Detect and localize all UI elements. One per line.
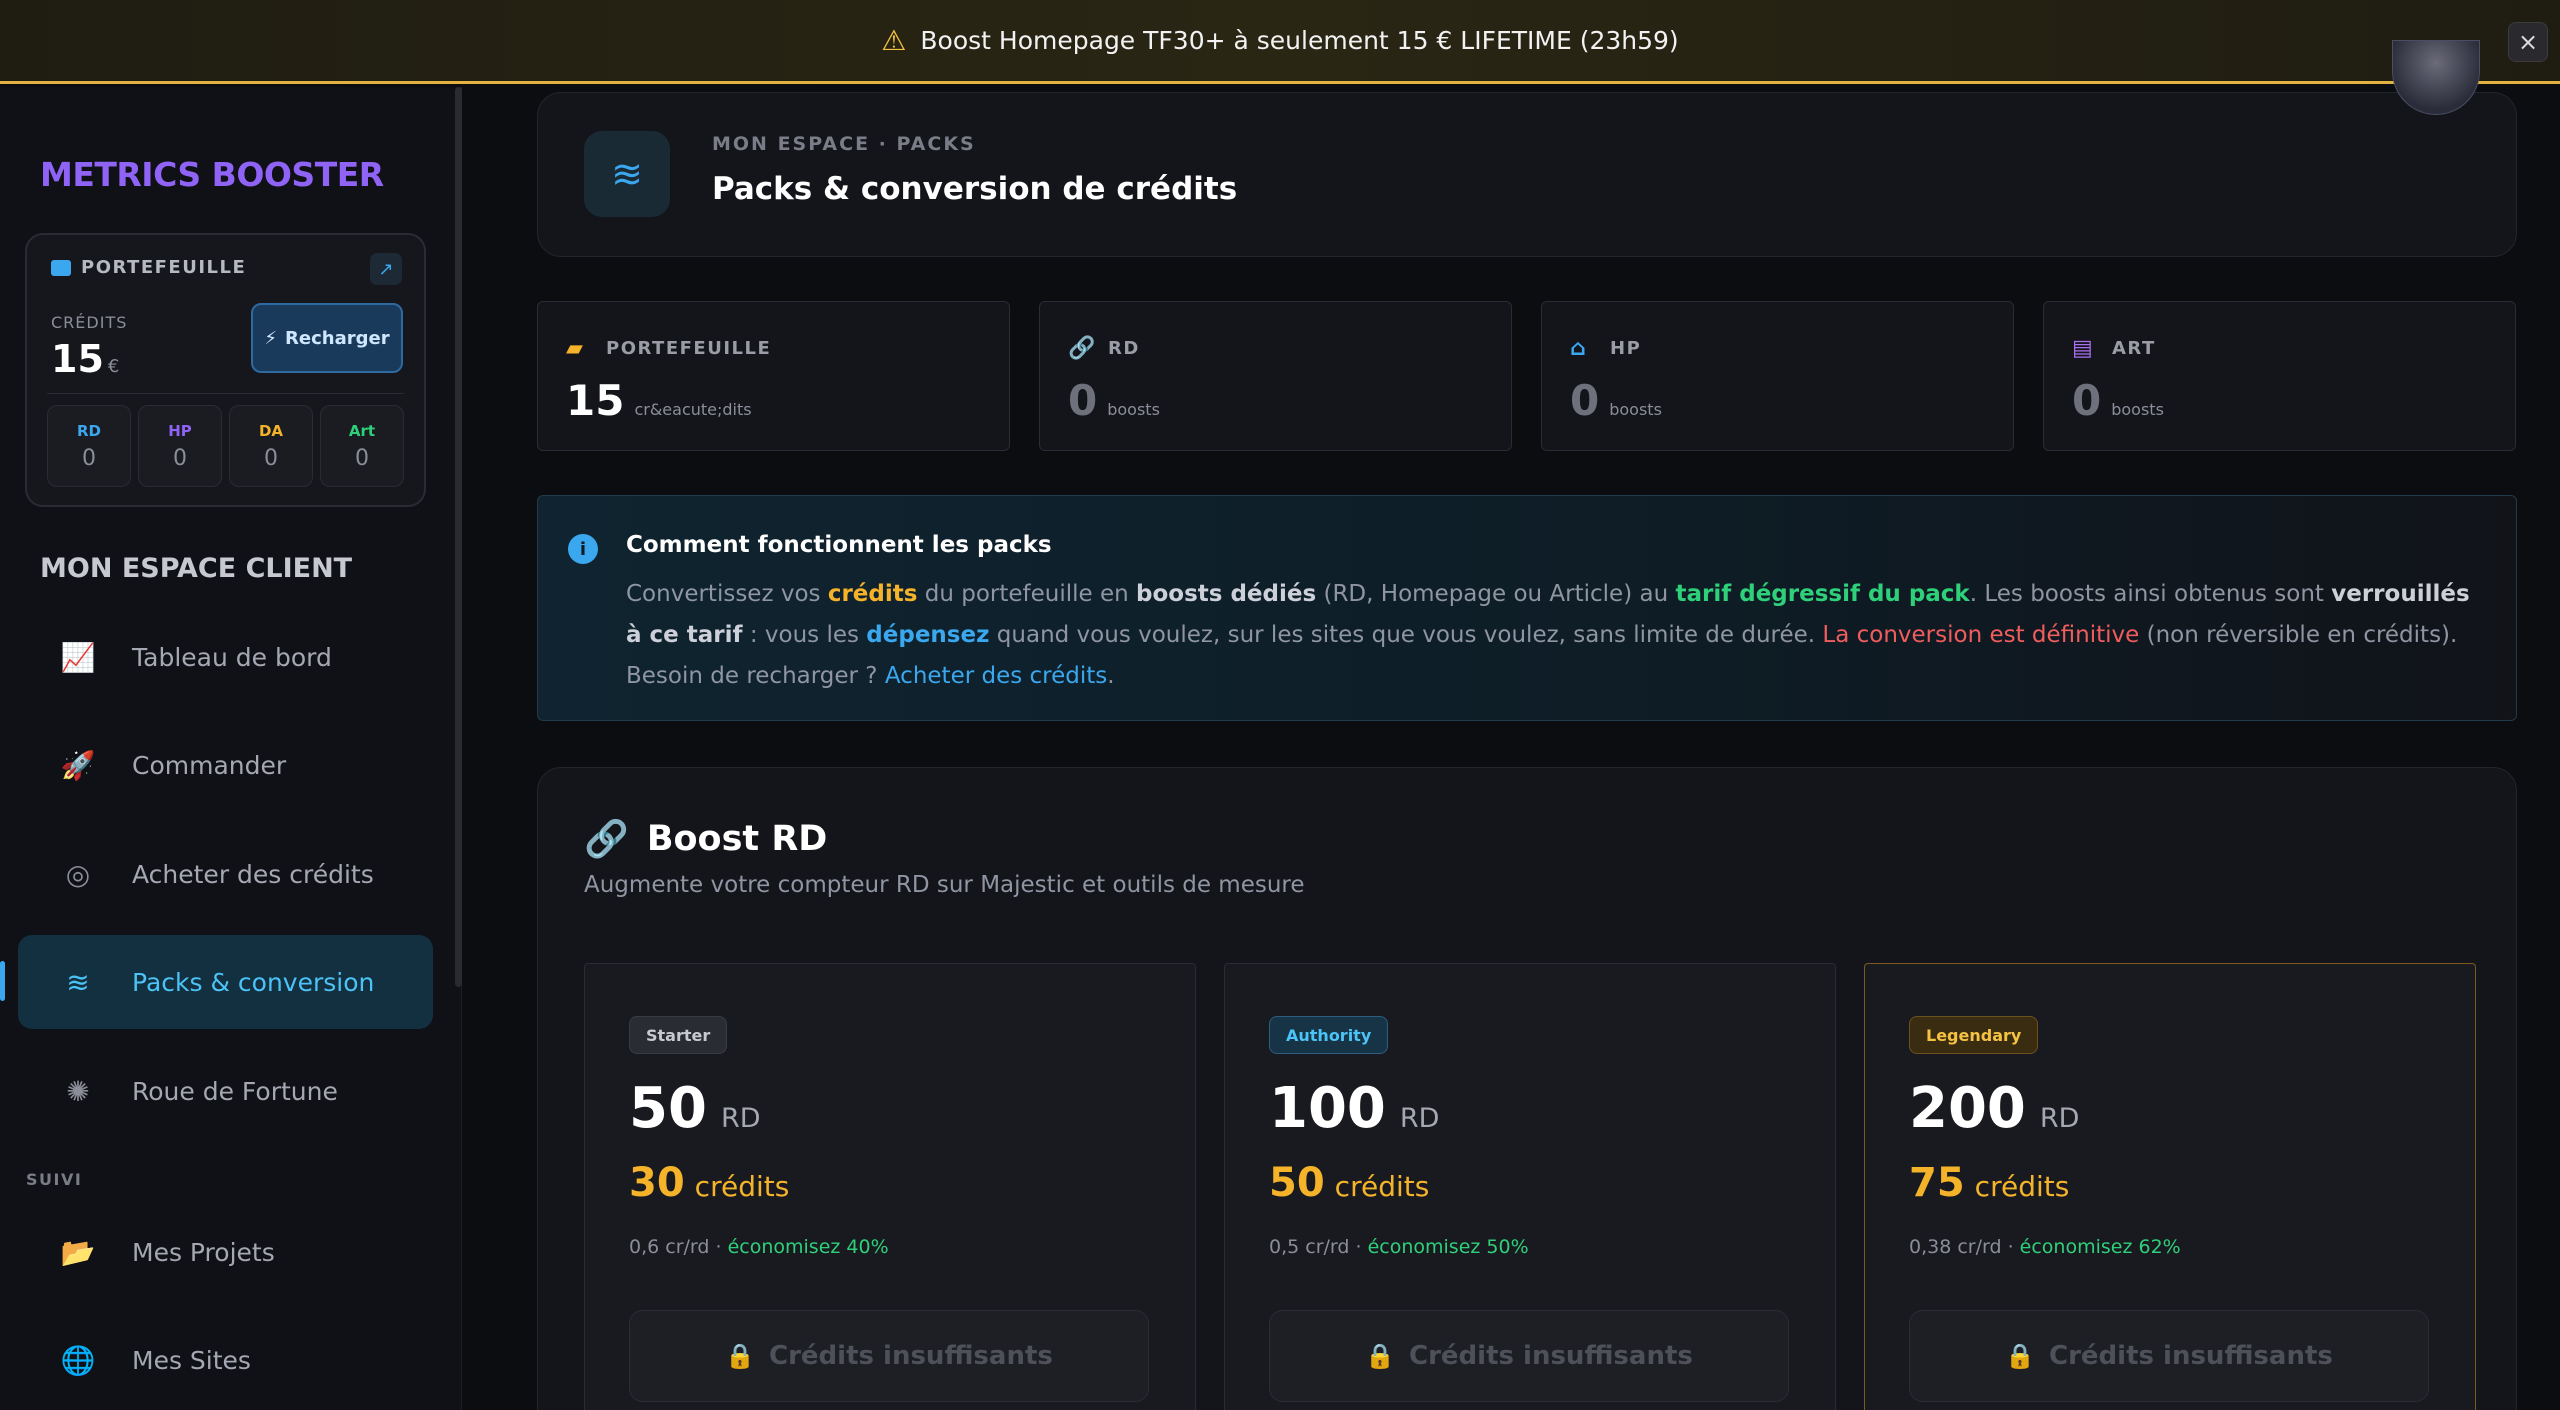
wallet-boost-counters: RD 0 HP 0 DA 0 Art 0 [47,405,404,487]
pack-quantity: 50 RD [629,1076,761,1141]
stat-value: 15 cr&eacute;dits [566,376,752,425]
wallet-card: PORTEFEUILLE ↗ CRÉDITS 15 € ⚡ Recharger RD… [25,233,426,507]
pack-rate: 0,6 cr/rd · économisez 40% [629,1236,889,1258]
bolt-icon: ⚡ [264,327,278,349]
credits-label: CRÉDITS [51,313,128,332]
counter-rd: RD 0 [47,405,131,487]
recharge-button[interactable]: ⚡ Recharger [251,303,403,373]
coins-icon: ◎ [65,857,91,891]
lock-icon: 🔒 [725,1342,756,1370]
promo-banner: ⚠ Boost Homepage TF30+ à seulement 15 € … [0,0,2560,84]
main-content: ≋ MON ESPACE · PACKS Packs & conversion … [462,87,2560,1410]
sidebar-item-commander[interactable]: 🚀 Commander [18,718,433,812]
stat-card-art: ▤ ART 0 boosts [2043,301,2516,451]
brand-logo[interactable]: METRICS BOOSTER [40,155,384,194]
section-subtitle: Augmente votre compteur RD sur Majestic … [584,872,1305,898]
sidebar-scrollbar[interactable] [455,87,462,987]
link-icon: 🔗 [1068,336,1097,361]
sidebar-item-mes-projets[interactable]: 📂 Mes Projets [18,1205,433,1299]
credits-value: 15 € [51,337,120,381]
link-icon: 🔗 [584,819,629,860]
layers-icon: ≋ [584,131,670,217]
pack-card-legendary: Legendary 200 RD 75 crédits 0,38 cr/rd · é… [1864,963,2476,1410]
sidebar-item-mes-sites[interactable]: 🌐 Mes Sites [18,1313,433,1407]
counter-art: Art 0 [320,405,404,487]
rocket-icon: 🚀 [60,748,96,782]
sidebar-item-acheter-credits[interactable]: ◎ Acheter des crédits [18,827,433,921]
section-title: 🔗 Boost RD [584,819,828,860]
wallet-icon: ▰ [566,336,585,361]
lock-icon: 🔒 [2005,1342,2036,1370]
info-text: Convertissez vos crédits du portefeuille… [626,581,2470,689]
counter-hp: HP 0 [138,405,222,487]
buy-credits-link[interactable]: Acheter des crédits [885,663,1107,689]
stat-card-portefeuille: ▰ PORTEFEUILLE 15 cr&eacute;dits [537,301,1010,451]
pack-rate: 0,5 cr/rd · économisez 50% [1269,1236,1529,1258]
stat-value: 0 boosts [1570,376,1662,425]
newspaper-icon: ▤ [2072,336,2095,361]
wallet-title: PORTEFEUILLE [81,257,247,278]
external-link-icon[interactable]: ↗ [370,253,402,285]
wallet-icon [51,259,71,276]
layers-icon: ≋ [66,965,90,999]
section-title: MON ESPACE CLIENT [40,553,353,584]
counter-da: DA 0 [229,405,313,487]
promo-banner-text: Boost Homepage TF30+ à seulement 15 € LI… [920,26,1679,55]
pack-price: 75 crédits [1909,1160,2070,1206]
pack-price: 30 crédits [629,1160,790,1206]
page-title: Packs & conversion de crédits [712,171,1238,207]
sidebar-item-tableau-de-bord[interactable]: 📈 Tableau de bord [18,610,433,704]
insufficient-credits-button[interactable]: 🔒 Crédits insuffisants [1269,1310,1789,1402]
warning-icon: ⚠ [881,24,907,57]
close-banner-button[interactable]: × [2508,22,2548,62]
stat-card-hp: ⌂ HP 0 boosts [1541,301,2014,451]
wallet-header: PORTEFEUILLE [51,257,246,278]
divider [47,393,404,394]
pack-price: 50 crédits [1269,1160,1430,1206]
active-indicator [0,961,5,1001]
breadcrumb: MON ESPACE · PACKS [712,133,976,155]
lock-icon: 🔒 [1365,1342,1396,1370]
insufficient-credits-button[interactable]: 🔒 Crédits insuffisants [629,1310,1149,1402]
pack-card-authority: Authority 100 RD 50 crédits 0,5 cr/rd · éc… [1224,963,1836,1410]
sidebar-item-roue-de-fortune[interactable]: ✺ Roue de Fortune [18,1044,433,1138]
sidebar: METRICS BOOSTER PORTEFEUILLE ↗ CRÉDITS 1… [0,87,462,1410]
pack-badge: Starter [629,1016,728,1054]
stat-value: 0 boosts [1068,376,1160,425]
sidebar-item-packs-conversion[interactable]: ≋ Packs & conversion [18,935,433,1029]
pack-quantity: 100 RD [1269,1076,1440,1141]
pack-badge: Authority [1269,1016,1389,1054]
pack-rate: 0,38 cr/rd · économisez 62% [1909,1236,2181,1258]
stat-value: 0 boosts [2072,376,2164,425]
page-header: ≋ MON ESPACE · PACKS Packs & conversion … [537,92,2517,257]
wheel-icon: ✺ [66,1074,90,1108]
folder-icon: 📂 [60,1235,96,1269]
chart-line-icon: 📈 [60,640,96,674]
boost-rd-section: 🔗 Boost RD Augmente votre compteur RD su… [537,767,2517,1410]
info-box: i Comment fonctionnent les packs Convert… [537,495,2517,721]
pack-quantity: 200 RD [1909,1076,2080,1141]
insufficient-credits-button[interactable]: 🔒 Crédits insuffisants [1909,1310,2429,1402]
info-icon: i [568,534,598,564]
suivi-label: SUIVI [26,1170,83,1189]
info-title: Comment fonctionnent les packs [626,532,1052,558]
pack-card-starter: Starter 50 RD 30 crédits 0,6 cr/rd · écono… [584,963,1196,1410]
globe-icon: 🌐 [60,1343,96,1377]
pack-badge: Legendary [1909,1016,2039,1054]
stat-card-rd: 🔗 RD 0 boosts [1039,301,1512,451]
home-icon: ⌂ [1570,336,1588,361]
